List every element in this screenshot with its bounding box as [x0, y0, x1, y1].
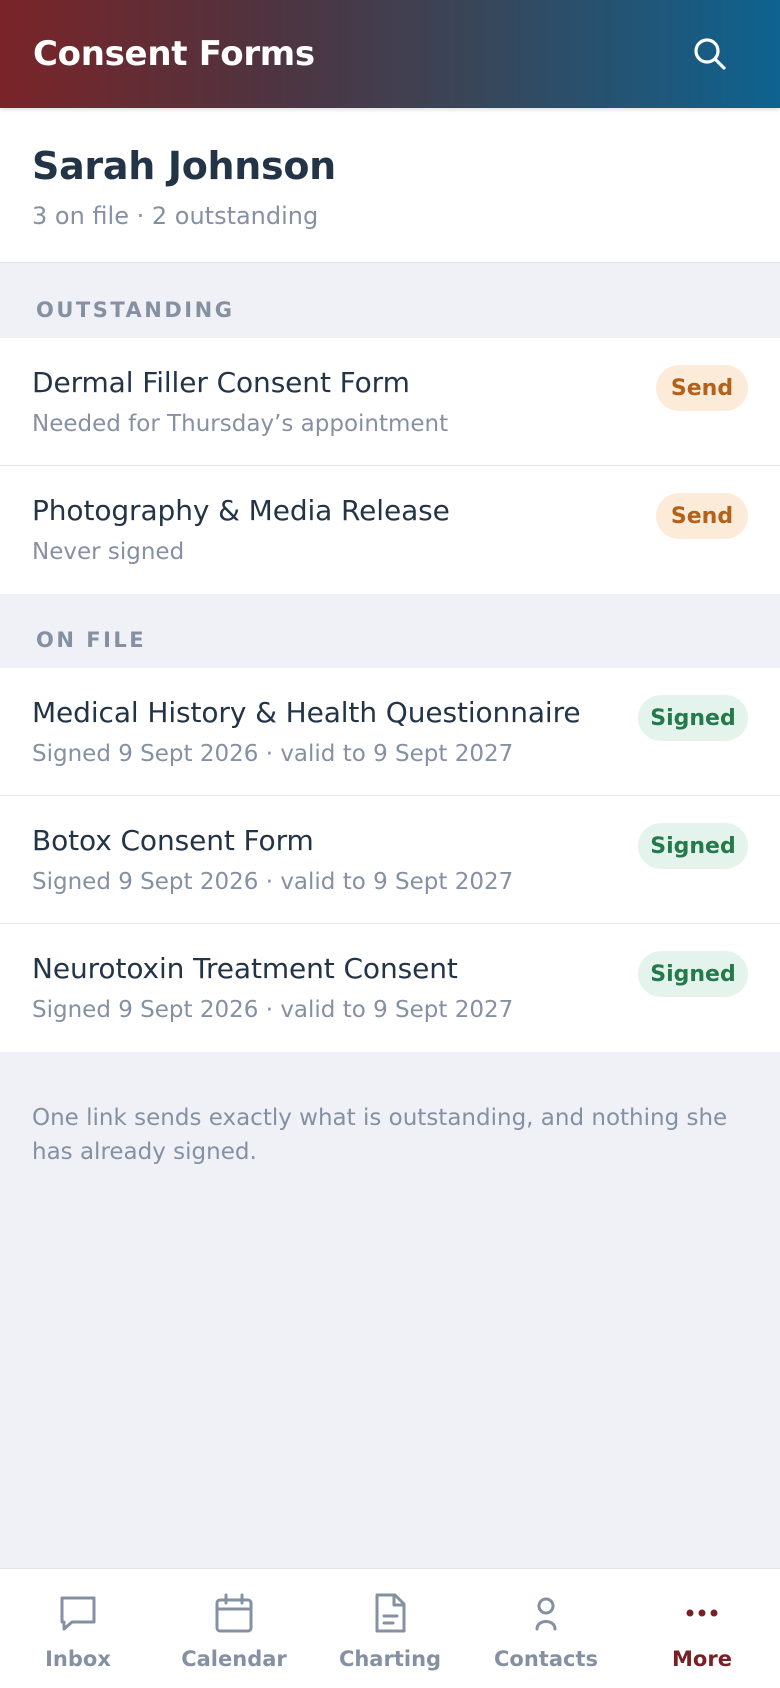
footnote-text: One link sends exactly what is outstandi… [32, 1105, 728, 1165]
more-dots-icon [686, 1609, 718, 1617]
consent-forms-screen: Consent Forms Sarah Johnson 3 on file · … [0, 0, 780, 1688]
signed-badge: Signed [638, 823, 748, 869]
nav-item-inbox[interactable]: Inbox [0, 1569, 156, 1688]
nav-label: Contacts [494, 1647, 598, 1671]
bottom-nav: Inbox Calendar Charting Contacts More [0, 1568, 780, 1688]
nav-label: Calendar [181, 1647, 287, 1671]
on-file-list: Medical History & Health Questionnaire S… [0, 668, 780, 1052]
outstanding-list: Dermal Filler Consent Form Needed for Th… [0, 338, 780, 594]
nav-item-calendar[interactable]: Calendar [156, 1569, 312, 1688]
search-button[interactable] [688, 32, 732, 76]
chat-bubble-icon [60, 1596, 96, 1631]
calendar-icon [215, 1593, 253, 1633]
form-subtitle: Signed 9 Sept 2026 · valid to 9 Sept 202… [32, 741, 514, 767]
form-subtitle: Signed 9 Sept 2026 · valid to 9 Sept 202… [32, 869, 514, 895]
send-button[interactable]: Send [656, 493, 748, 539]
app-header: Consent Forms [0, 0, 780, 108]
nav-label: Charting [338, 1647, 442, 1671]
form-subtitle: Never signed [32, 539, 185, 565]
form-subtitle: Needed for Thursday’s appointment [32, 411, 449, 437]
nav-item-more[interactable]: More [624, 1569, 780, 1688]
form-row-botox-consent[interactable]: Botox Consent Form Signed 9 Sept 2026 · … [0, 796, 780, 924]
search-icon [694, 38, 726, 70]
form-row-photography-release[interactable]: Photography & Media Release Never signed… [0, 466, 780, 594]
signed-badge: Signed [638, 951, 748, 997]
form-row-medical-history[interactable]: Medical History & Health Questionnaire S… [0, 668, 780, 796]
nav-item-charting[interactable]: Charting [312, 1569, 468, 1688]
patient-name: Sarah Johnson [32, 144, 336, 188]
nav-label: Inbox [45, 1647, 111, 1671]
form-subtitle: Signed 9 Sept 2026 · valid to 9 Sept 202… [32, 997, 514, 1023]
nav-label: More [672, 1647, 732, 1671]
form-row-neurotoxin-consent[interactable]: Neurotoxin Treatment Consent Signed 9 Se… [0, 924, 780, 1052]
patient-card: Sarah Johnson 3 on file · 2 outstanding [0, 108, 780, 263]
section-label-outstanding: OUTSTANDING [36, 298, 235, 322]
nav-item-contacts[interactable]: Contacts [468, 1569, 624, 1688]
send-button[interactable]: Send [656, 365, 748, 411]
patient-summary: 3 on file · 2 outstanding [32, 202, 319, 230]
page-title: Consent Forms [33, 34, 315, 74]
form-row-dermal-filler[interactable]: Dermal Filler Consent Form Needed for Th… [0, 338, 780, 466]
section-label-on-file: ON FILE [36, 628, 147, 652]
signed-badge: Signed [638, 695, 748, 741]
document-icon [375, 1593, 406, 1633]
person-icon [535, 1597, 557, 1631]
